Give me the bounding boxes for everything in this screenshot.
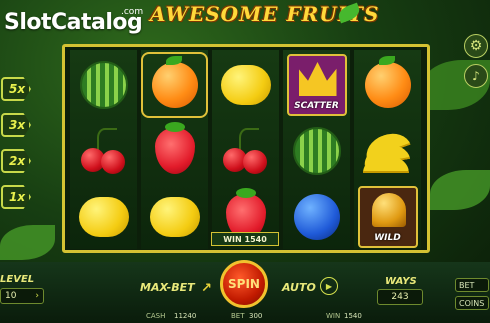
symbol-cell [70,184,137,250]
max-bet-arrow-icon: ↗ [201,281,212,296]
ways-label: WAYS [385,276,417,287]
symbol-cell [354,118,421,184]
sound-icon[interactable]: ♪ [464,64,488,88]
symbol-cell [212,52,279,118]
bet-button[interactable]: BET [455,278,489,292]
wild-symbol: WILD [357,186,418,248]
level-selector[interactable]: 10 › [0,288,44,304]
scatter-symbol: SCATTER [286,54,347,116]
symbol-cell [283,118,350,184]
wild-label: WILD [374,233,401,243]
reel-1 [70,50,137,249]
plum-icon [293,194,340,240]
bell-icon [371,193,406,227]
level-arrow-icon[interactable]: › [35,291,39,301]
scatter-label: SCATTER [294,101,339,111]
symbol-cell [70,118,137,184]
bet-value: 300 [249,312,263,320]
bet-label: BET [231,312,245,320]
auto-play-icon[interactable]: ▶ [320,277,338,295]
cherry-icon [221,126,271,176]
lemon-icon [149,197,200,237]
level-value: 10 [5,291,17,301]
win-label: WIN [326,312,341,320]
cherry-icon [79,126,129,176]
win-value: 1540 [344,312,362,320]
reel-grid: SCATTER WILD [62,44,430,253]
symbol-cell [212,118,279,184]
watermark-main: Slot [4,10,52,35]
banana-icon [360,127,413,173]
level-label: LEVEL [0,274,35,285]
coins-button[interactable]: COINS [455,296,489,310]
watermark-suffix: .com [121,7,144,17]
lemon-icon [220,65,271,105]
win-badge: WIN 1540 [211,232,279,246]
orange-icon [364,56,411,108]
reel-3 [212,50,279,249]
symbol-cell [141,184,208,250]
ways-value: 243 [377,289,423,305]
spin-label: SPIN [228,277,260,291]
symbol-cell: SCATTER [283,52,350,118]
cash-value: 11240 [174,312,197,320]
cash-label: CASH [146,312,166,320]
symbol-cell: WILD [354,184,421,250]
gear-icon[interactable]: ⚙ [464,34,488,58]
symbol-cell [283,184,350,250]
watermelon-icon [292,127,341,175]
crown-icon [298,62,337,96]
lemon-icon [78,197,129,237]
reel-5: WILD [354,50,421,249]
spin-button[interactable]: SPIN [220,260,268,308]
symbol-cell [70,52,137,118]
symbol-cell [141,118,208,184]
symbol-cell [354,52,421,118]
strawberry-icon [154,122,195,174]
reel-2 [141,50,208,249]
reel-4: SCATTER [283,50,350,249]
watermelon-icon [79,61,128,109]
max-bet-button[interactable]: MAX-BET [140,281,195,294]
symbol-cell-winning [141,52,208,118]
orange-icon [151,56,198,108]
auto-button[interactable]: AUTO [282,281,316,294]
